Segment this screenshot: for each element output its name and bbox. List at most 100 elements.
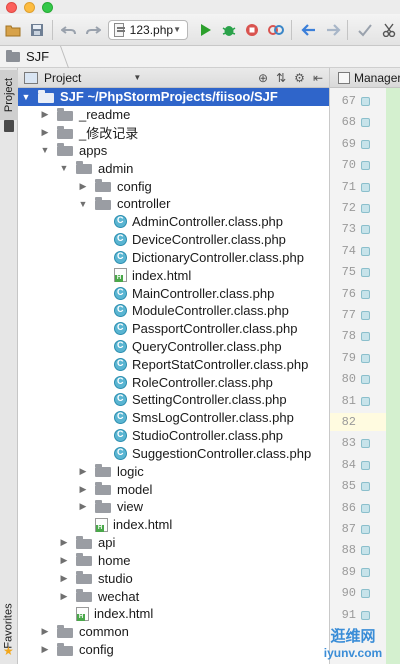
tree-row[interactable]: DictionaryController.class.php: [18, 248, 329, 266]
cut-button[interactable]: [378, 19, 400, 41]
hide-panel-icon[interactable]: ⇤: [313, 71, 323, 85]
tree-row[interactable]: index.html: [18, 605, 329, 623]
expand-right-icon[interactable]: ▶: [39, 644, 51, 655]
expand-right-icon[interactable]: ▶: [77, 466, 89, 477]
tree-row[interactable]: ModuleController.class.php: [18, 302, 329, 320]
save-all-button[interactable]: [26, 19, 48, 41]
collapse-all-icon[interactable]: ⇅: [276, 71, 286, 85]
fold-marker-icon[interactable]: [361, 503, 370, 513]
tree-row[interactable]: QueryController.class.php: [18, 338, 329, 356]
tree-row[interactable]: MainController.class.php: [18, 284, 329, 302]
tree-row[interactable]: StudioController.class.php: [18, 427, 329, 445]
close-window-button[interactable]: [6, 2, 17, 13]
expand-right-icon[interactable]: ▶: [39, 626, 51, 637]
expand-right-icon[interactable]: ▶: [39, 127, 51, 138]
tree-row[interactable]: ▶ studio: [18, 569, 329, 587]
tree-row[interactable]: ▶ logic: [18, 462, 329, 480]
tree-row[interactable]: AdminController.class.php: [18, 213, 329, 231]
run-configuration-select[interactable]: 123.php ▼: [107, 19, 188, 40]
tree-row[interactable]: ▼ admin: [18, 159, 329, 177]
project-view-title[interactable]: Project: [44, 71, 81, 85]
fold-marker-icon[interactable]: [361, 139, 370, 149]
tree-row[interactable]: ▶ config: [18, 641, 329, 659]
tree-row[interactable]: ▶ home: [18, 552, 329, 570]
fold-marker-icon[interactable]: [361, 482, 370, 492]
undo-button[interactable]: [58, 19, 80, 41]
expand-right-icon[interactable]: ▶: [58, 591, 70, 602]
tree-row[interactable]: ▶ _readme: [18, 106, 329, 124]
tree-row[interactable]: ▶ view: [18, 498, 329, 516]
commit-button[interactable]: [354, 19, 376, 41]
zoom-window-button[interactable]: [42, 2, 53, 13]
fold-marker-icon[interactable]: [361, 439, 370, 449]
fold-marker-icon[interactable]: [361, 396, 370, 406]
tree-row[interactable]: ReportStatController.class.php: [18, 355, 329, 373]
fold-marker-icon[interactable]: [361, 460, 370, 470]
tree-row[interactable]: PassportController.class.php: [18, 320, 329, 338]
minimize-window-button[interactable]: [24, 2, 35, 13]
fold-marker-icon[interactable]: [361, 225, 370, 235]
expand-right-icon[interactable]: ▶: [58, 555, 70, 566]
tree-row[interactable]: DeviceController.class.php: [18, 231, 329, 249]
fold-marker-icon[interactable]: [361, 246, 370, 256]
tool-tab-project[interactable]: Project: [0, 70, 18, 120]
fold-marker-icon[interactable]: [361, 353, 370, 363]
expand-down-icon[interactable]: ▼: [39, 145, 51, 155]
expand-down-icon[interactable]: ▼: [77, 199, 89, 209]
fold-marker-icon[interactable]: [361, 332, 370, 342]
breadcrumb-item-sjf[interactable]: SJF: [26, 49, 49, 64]
structure-icon[interactable]: [4, 120, 14, 132]
fold-marker-icon[interactable]: [361, 589, 370, 599]
tree-row[interactable]: RoleController.class.php: [18, 373, 329, 391]
fold-marker-icon[interactable]: [361, 161, 370, 171]
tree-row[interactable]: index.html: [18, 516, 329, 534]
expand-right-icon[interactable]: ▶: [77, 484, 89, 495]
tree-row[interactable]: ▼ controller: [18, 195, 329, 213]
fold-marker-icon[interactable]: [361, 375, 370, 385]
tree-row[interactable]: index.html: [18, 266, 329, 284]
tree-row[interactable]: SmsLogController.class.php: [18, 409, 329, 427]
fold-marker-icon[interactable]: [361, 118, 370, 128]
window-controls: [6, 2, 53, 13]
tree-row[interactable]: SettingController.class.php: [18, 391, 329, 409]
tree-row[interactable]: ▼ SJF ~/PhpStormProjects/fiisoo/SJF: [18, 88, 329, 106]
attach-debugger-button[interactable]: [265, 19, 287, 41]
tree-row[interactable]: ▶ wechat: [18, 587, 329, 605]
fold-marker-icon[interactable]: [361, 525, 370, 534]
expand-right-icon[interactable]: ▶: [58, 537, 70, 548]
tree-row[interactable]: ▼ apps: [18, 141, 329, 159]
php-class-icon: [114, 340, 127, 353]
fold-marker-icon[interactable]: [361, 182, 370, 192]
tree-row[interactable]: ▶ common: [18, 623, 329, 641]
debug-button[interactable]: [218, 19, 240, 41]
fold-marker-icon[interactable]: [361, 311, 370, 320]
tree-row[interactable]: ▶ config: [18, 177, 329, 195]
expand-right-icon[interactable]: ▶: [77, 501, 89, 512]
chevron-down-icon[interactable]: ▼: [133, 73, 141, 82]
stop-button[interactable]: [241, 19, 263, 41]
tree-row[interactable]: ▶ model: [18, 480, 329, 498]
tree-row[interactable]: SuggestionController.class.php: [18, 445, 329, 463]
fold-marker-icon[interactable]: [361, 289, 370, 299]
fold-marker-icon[interactable]: [361, 97, 370, 106]
expand-down-icon[interactable]: ▼: [20, 92, 32, 102]
expand-right-icon[interactable]: ▶: [77, 181, 89, 192]
fold-marker-icon[interactable]: [361, 610, 370, 620]
fold-marker-icon[interactable]: [361, 546, 370, 556]
redo-button[interactable]: [82, 19, 104, 41]
fold-marker-icon[interactable]: [361, 567, 370, 577]
fold-marker-icon[interactable]: [361, 268, 370, 278]
gear-icon[interactable]: ⚙: [294, 71, 305, 85]
expand-right-icon[interactable]: ▶: [58, 573, 70, 584]
tree-row[interactable]: ▶ _修改记录: [18, 124, 329, 142]
expand-down-icon[interactable]: ▼: [58, 163, 70, 173]
open-folder-button[interactable]: [2, 19, 24, 41]
expand-right-icon[interactable]: ▶: [39, 109, 51, 120]
run-button[interactable]: [194, 19, 216, 41]
navigate-back-button[interactable]: [298, 19, 320, 41]
tree-row[interactable]: ▶ api: [18, 534, 329, 552]
editor-tab[interactable]: ManagerC: [330, 68, 400, 88]
locate-file-icon[interactable]: ⊕: [258, 71, 268, 85]
navigate-forward-button[interactable]: [322, 19, 344, 41]
fold-marker-icon[interactable]: [361, 204, 370, 213]
